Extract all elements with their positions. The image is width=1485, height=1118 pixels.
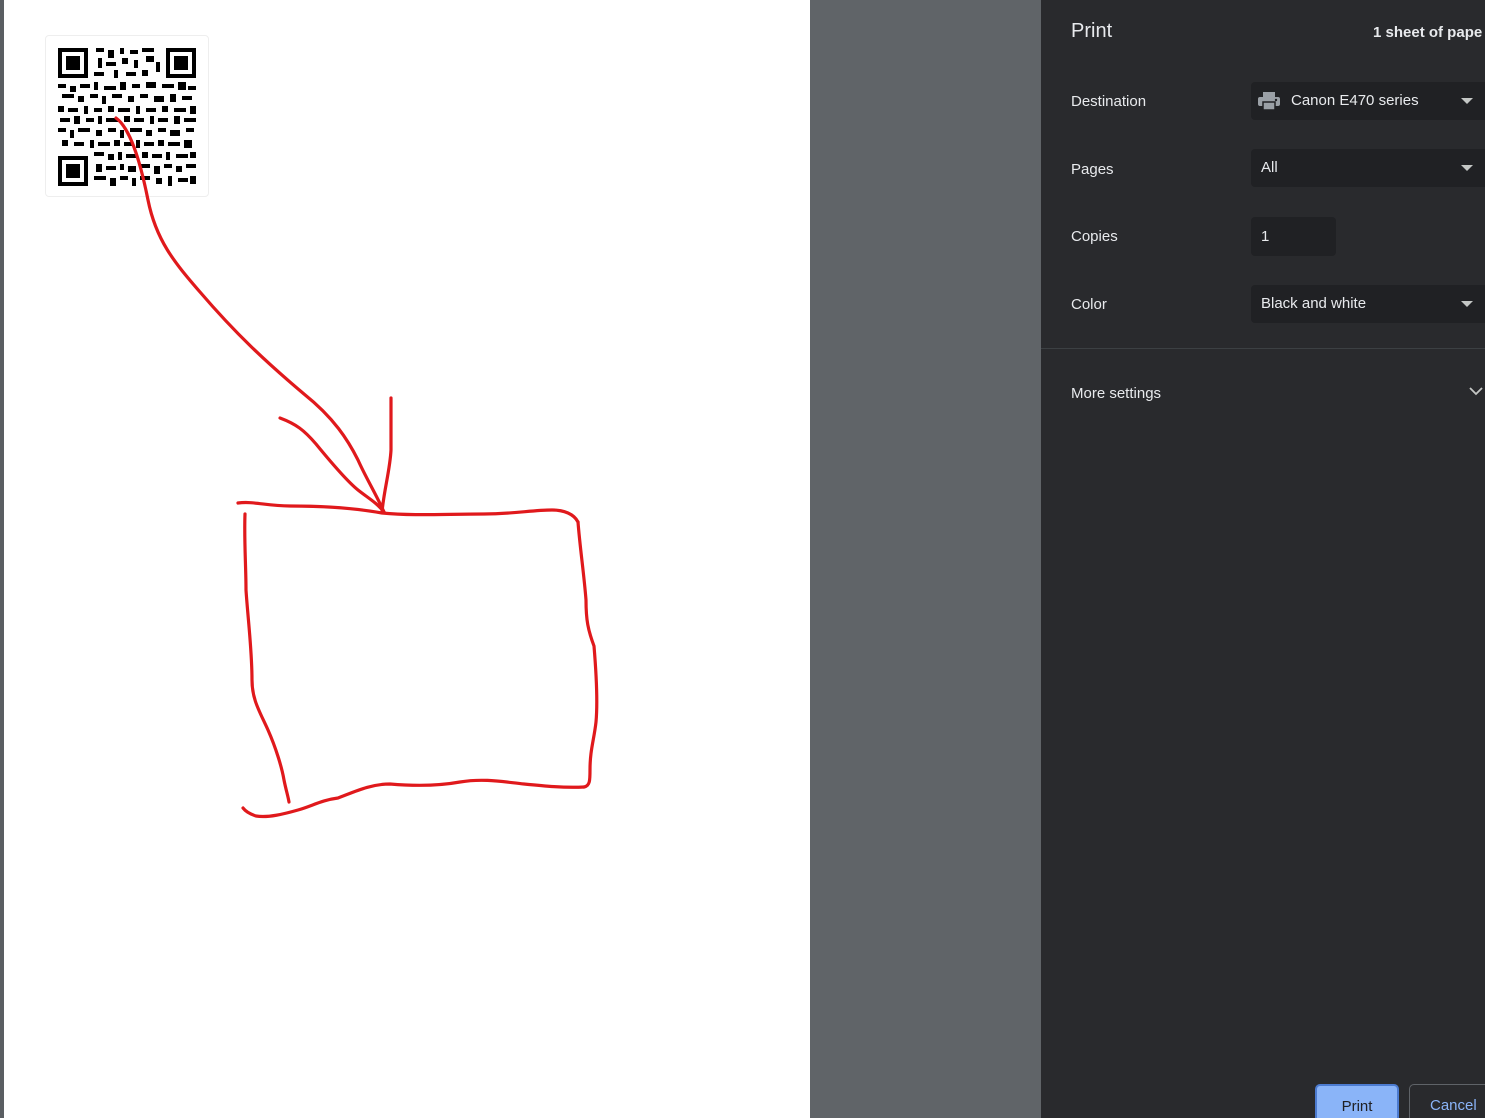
hand-drawn-arrow-and-box xyxy=(114,116,599,819)
printer-icon xyxy=(1258,92,1280,110)
print-settings-panel: Print 1 sheet of pape Destination Canon … xyxy=(1041,0,1485,1118)
more-settings-label: More settings xyxy=(1071,385,1162,402)
color-label: Color xyxy=(1071,296,1107,313)
cancel-button-label: Cancel xyxy=(1430,1097,1477,1114)
print-button-label: Print xyxy=(1341,1098,1373,1115)
pages-label: Pages xyxy=(1071,161,1114,178)
divider xyxy=(1041,348,1485,349)
destination-label: Destination xyxy=(1071,93,1147,110)
dropdown-arrow-icon xyxy=(1461,301,1473,307)
copies-value: 1 xyxy=(1261,228,1270,245)
chevron-down-icon xyxy=(1469,387,1483,396)
dropdown-arrow-icon xyxy=(1461,165,1473,171)
dropdown-arrow-icon xyxy=(1461,98,1473,104)
sheet-count: 1 sheet of pape xyxy=(1373,24,1483,41)
destination-select[interactable]: Canon E470 series xyxy=(1251,82,1485,120)
print-button[interactable]: Print xyxy=(1315,1084,1399,1118)
print-dialog: Print 1 sheet of pape Destination Canon … xyxy=(0,0,1485,1118)
more-settings-toggle[interactable]: More settings xyxy=(1041,370,1485,416)
cancel-button[interactable]: Cancel xyxy=(1409,1084,1485,1118)
preview-page xyxy=(4,0,810,1118)
panel-title: Print xyxy=(1071,20,1113,42)
destination-value: Canon E470 series xyxy=(1291,92,1419,109)
copies-input[interactable]: 1 xyxy=(1251,217,1336,256)
copies-label: Copies xyxy=(1071,228,1118,245)
color-value: Black and white xyxy=(1261,295,1367,312)
pages-value: All xyxy=(1261,159,1278,176)
color-select[interactable]: Black and white xyxy=(1251,285,1485,323)
pages-select[interactable]: All xyxy=(1251,149,1485,187)
